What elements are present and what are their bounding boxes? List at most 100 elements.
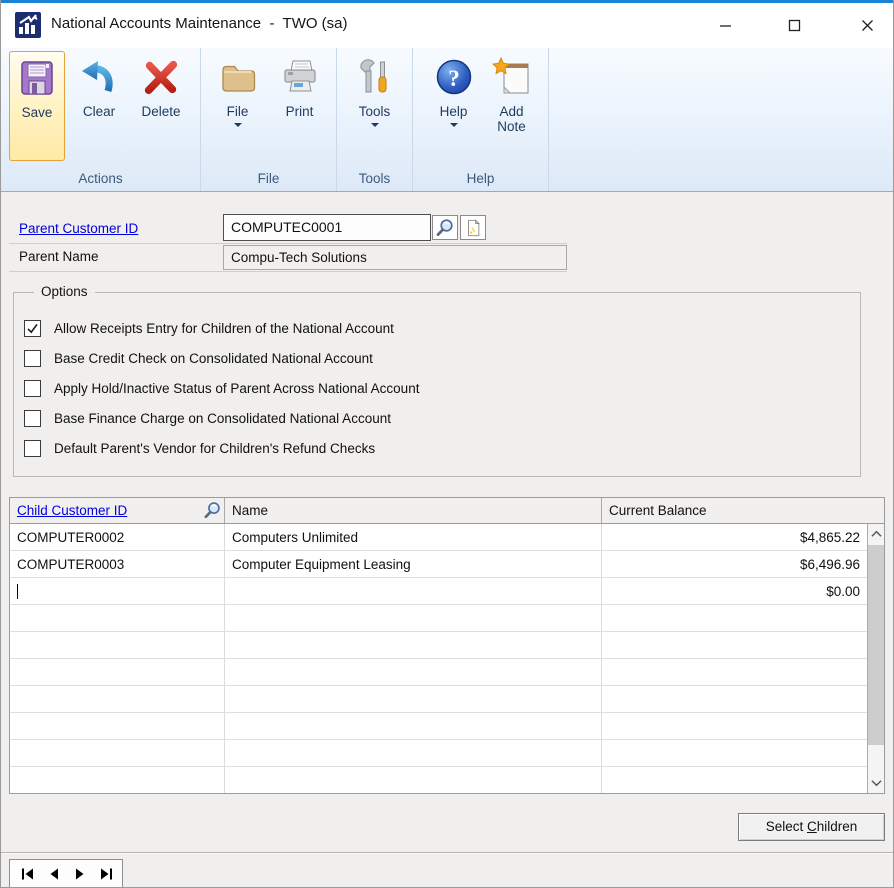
child-customer-lookup-button[interactable]: [201, 500, 223, 521]
cell-child-customer-id[interactable]: [10, 713, 225, 739]
ribbon-group-help: ? Help Add Note Help: [413, 48, 549, 191]
text-cursor: [17, 584, 18, 599]
ribbon-group-label-actions: Actions: [1, 171, 200, 186]
file-label: File: [227, 104, 249, 119]
last-record-button[interactable]: [93, 865, 118, 883]
checkbox-unchecked[interactable]: [24, 350, 41, 367]
cell-child-customer-id[interactable]: [10, 740, 225, 766]
app-icon: [15, 12, 41, 38]
cell-name[interactable]: [225, 659, 602, 685]
option-label: Base Finance Charge on Consolidated Nati…: [54, 411, 391, 426]
parent-customer-id-field[interactable]: COMPUTEC0001: [223, 214, 431, 241]
options-list: Allow Receipts Entry for Children of the…: [24, 313, 850, 463]
checkbox-unchecked[interactable]: [24, 380, 41, 397]
cell-current-balance[interactable]: [602, 686, 868, 712]
cell-name[interactable]: [225, 767, 602, 793]
table-row[interactable]: COMPUTER0002Computers Unlimited$4,865.22: [10, 524, 868, 551]
ribbon-group-label-tools: Tools: [337, 171, 412, 186]
cell-current-balance[interactable]: [602, 740, 868, 766]
cell-current-balance[interactable]: [602, 713, 868, 739]
minimize-button[interactable]: [702, 3, 748, 48]
vertical-scrollbar[interactable]: [867, 524, 884, 793]
child-accounts-grid: Child Customer ID Name Current Balance C…: [9, 497, 885, 794]
cell-current-balance[interactable]: $0.00: [602, 578, 868, 604]
delete-button[interactable]: Delete: [133, 51, 189, 161]
attach-note-button[interactable]: [460, 215, 486, 240]
cell-current-balance[interactable]: $6,496.96: [602, 551, 868, 577]
option-row: Allow Receipts Entry for Children of the…: [24, 313, 850, 343]
cell-child-customer-id[interactable]: [10, 767, 225, 793]
window-title: National Accounts Maintenance - TWO (sa): [51, 15, 348, 32]
cell-name[interactable]: [225, 605, 602, 631]
tools-label: Tools: [359, 104, 391, 119]
parent-customer-lookup-button[interactable]: [432, 215, 458, 240]
cell-child-customer-id[interactable]: COMPUTER0003: [10, 551, 225, 577]
cell-child-customer-id[interactable]: [10, 659, 225, 685]
cell-child-customer-id[interactable]: [10, 632, 225, 658]
cell-child-customer-id[interactable]: COMPUTER0002: [10, 524, 225, 550]
table-row[interactable]: [10, 605, 868, 632]
cell-name[interactable]: [225, 740, 602, 766]
cell-name[interactable]: Computers Unlimited: [225, 524, 602, 550]
close-button[interactable]: [844, 3, 890, 48]
previous-record-button[interactable]: [42, 865, 67, 883]
previous-record-icon: [47, 868, 61, 880]
option-row: Base Finance Charge on Consolidated Nati…: [24, 403, 850, 433]
select-children-label: Select: [766, 819, 807, 834]
save-button[interactable]: Save: [9, 51, 65, 161]
cell-child-customer-id[interactable]: [10, 686, 225, 712]
cell-current-balance[interactable]: [602, 605, 868, 631]
chevron-down-icon: [450, 123, 458, 127]
cell-child-customer-id[interactable]: [10, 605, 225, 631]
child-customer-id-link[interactable]: Child Customer ID: [17, 503, 127, 518]
cell-name[interactable]: Computer Equipment Leasing: [225, 551, 602, 577]
table-row[interactable]: [10, 740, 868, 767]
cell-name[interactable]: [225, 632, 602, 658]
checkbox-checked[interactable]: [24, 320, 41, 337]
cell-current-balance[interactable]: [602, 659, 868, 685]
checkbox-unchecked[interactable]: [24, 410, 41, 427]
clear-label: Clear: [83, 104, 115, 119]
first-record-button[interactable]: [16, 865, 41, 883]
note-star-icon: [491, 56, 533, 98]
cell-name[interactable]: [225, 578, 602, 604]
table-row[interactable]: [10, 767, 868, 793]
scroll-up-button[interactable]: [868, 524, 884, 544]
cell-current-balance[interactable]: $4,865.22: [602, 524, 868, 550]
scrollbar-thumb[interactable]: [868, 545, 884, 745]
table-row[interactable]: $0.00: [10, 578, 868, 605]
checkbox-unchecked[interactable]: [24, 440, 41, 457]
table-row[interactable]: [10, 713, 868, 740]
table-row[interactable]: [10, 659, 868, 686]
next-record-icon: [73, 868, 87, 880]
table-row[interactable]: [10, 632, 868, 659]
cell-child-customer-id[interactable]: [10, 578, 225, 604]
cell-current-balance[interactable]: [602, 767, 868, 793]
cell-current-balance[interactable]: [602, 632, 868, 658]
next-record-button[interactable]: [68, 865, 93, 883]
parent-name-label: Parent Name: [19, 249, 99, 264]
table-row[interactable]: [10, 686, 868, 713]
divider: [9, 271, 567, 272]
select-children-mnemonic: C: [807, 819, 817, 834]
national-accounts-maintenance-window: National Accounts Maintenance - TWO (sa)…: [0, 0, 894, 888]
option-label: Base Credit Check on Consolidated Nation…: [54, 351, 373, 366]
maximize-button[interactable]: [771, 3, 817, 48]
magnifier-icon: [203, 501, 222, 520]
table-row[interactable]: COMPUTER0003Computer Equipment Leasing$6…: [10, 551, 868, 578]
scroll-down-button[interactable]: [868, 773, 884, 793]
cell-name[interactable]: [225, 686, 602, 712]
print-button[interactable]: Print: [272, 51, 328, 161]
option-label: Default Parent's Vendor for Children's R…: [54, 441, 375, 456]
tools-menu-button[interactable]: Tools: [347, 51, 403, 161]
cell-name[interactable]: [225, 713, 602, 739]
select-children-button[interactable]: Select Children: [738, 813, 885, 841]
options-legend: Options: [34, 284, 95, 299]
add-note-button[interactable]: Add Note: [488, 51, 536, 161]
help-button[interactable]: ? Help: [426, 51, 482, 161]
print-label: Print: [286, 104, 314, 119]
parent-customer-id-link[interactable]: Parent Customer ID: [19, 221, 138, 236]
magnifier-icon: [435, 218, 455, 238]
file-menu-button[interactable]: File: [210, 51, 266, 161]
clear-button[interactable]: Clear: [71, 51, 127, 161]
